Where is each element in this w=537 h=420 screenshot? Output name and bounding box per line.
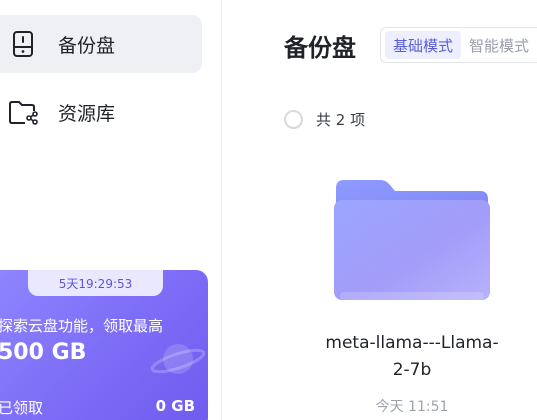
folder-icon xyxy=(334,178,490,304)
promo-amount: 500 GB xyxy=(0,340,87,365)
sidebar-item-resource-library[interactable]: 资源库 xyxy=(0,83,202,141)
promo-headline: 探索云盘功能，领取最高 xyxy=(0,317,164,335)
main-content: 备份盘 基础模式 智能模式 共 2 项 meta-llama---Llama-2… xyxy=(222,0,537,420)
tab-smart-mode[interactable]: 智能模式 xyxy=(461,31,537,59)
planet-icon xyxy=(148,334,208,384)
file-name: meta-llama---Llama-2-7b xyxy=(325,333,499,380)
shared-folder-icon xyxy=(8,97,38,127)
select-all-checkbox[interactable] xyxy=(284,110,303,129)
promo-card[interactable]: 5天19:29:53 探索云盘功能，领取最高 500 GB 已领取 0 GB xyxy=(0,270,208,420)
page-title: 备份盘 xyxy=(284,34,356,62)
file-modified-time: 今天 11:51 xyxy=(375,399,449,415)
tab-basic-mode[interactable]: 基础模式 xyxy=(385,31,462,59)
promo-countdown: 5天19:29:53 xyxy=(28,270,163,296)
file-item[interactable]: meta-llama---Llama-2-7b 今天 11:51 xyxy=(322,170,502,420)
promo-claimed-value: 0 GB xyxy=(155,397,195,415)
item-count: 共 2 项 xyxy=(316,111,366,129)
backup-drive-icon xyxy=(8,29,38,59)
sidebar-item-backup-drive[interactable]: 备份盘 xyxy=(0,15,202,73)
sidebar-item-label: 备份盘 xyxy=(58,34,116,57)
promo-claimed-label: 已领取 xyxy=(0,399,44,417)
app-window: 备份盘 资源库 5天19:29:53 探索云盘功能，领取最高 500 GB 已领… xyxy=(0,0,537,420)
mode-switch: 基础模式 智能模式 xyxy=(380,27,537,63)
select-all-row: 共 2 项 xyxy=(284,109,365,130)
sidebar-item-label: 资源库 xyxy=(58,102,116,125)
sidebar: 备份盘 资源库 5天19:29:53 探索云盘功能，领取最高 500 GB 已领… xyxy=(0,0,222,420)
